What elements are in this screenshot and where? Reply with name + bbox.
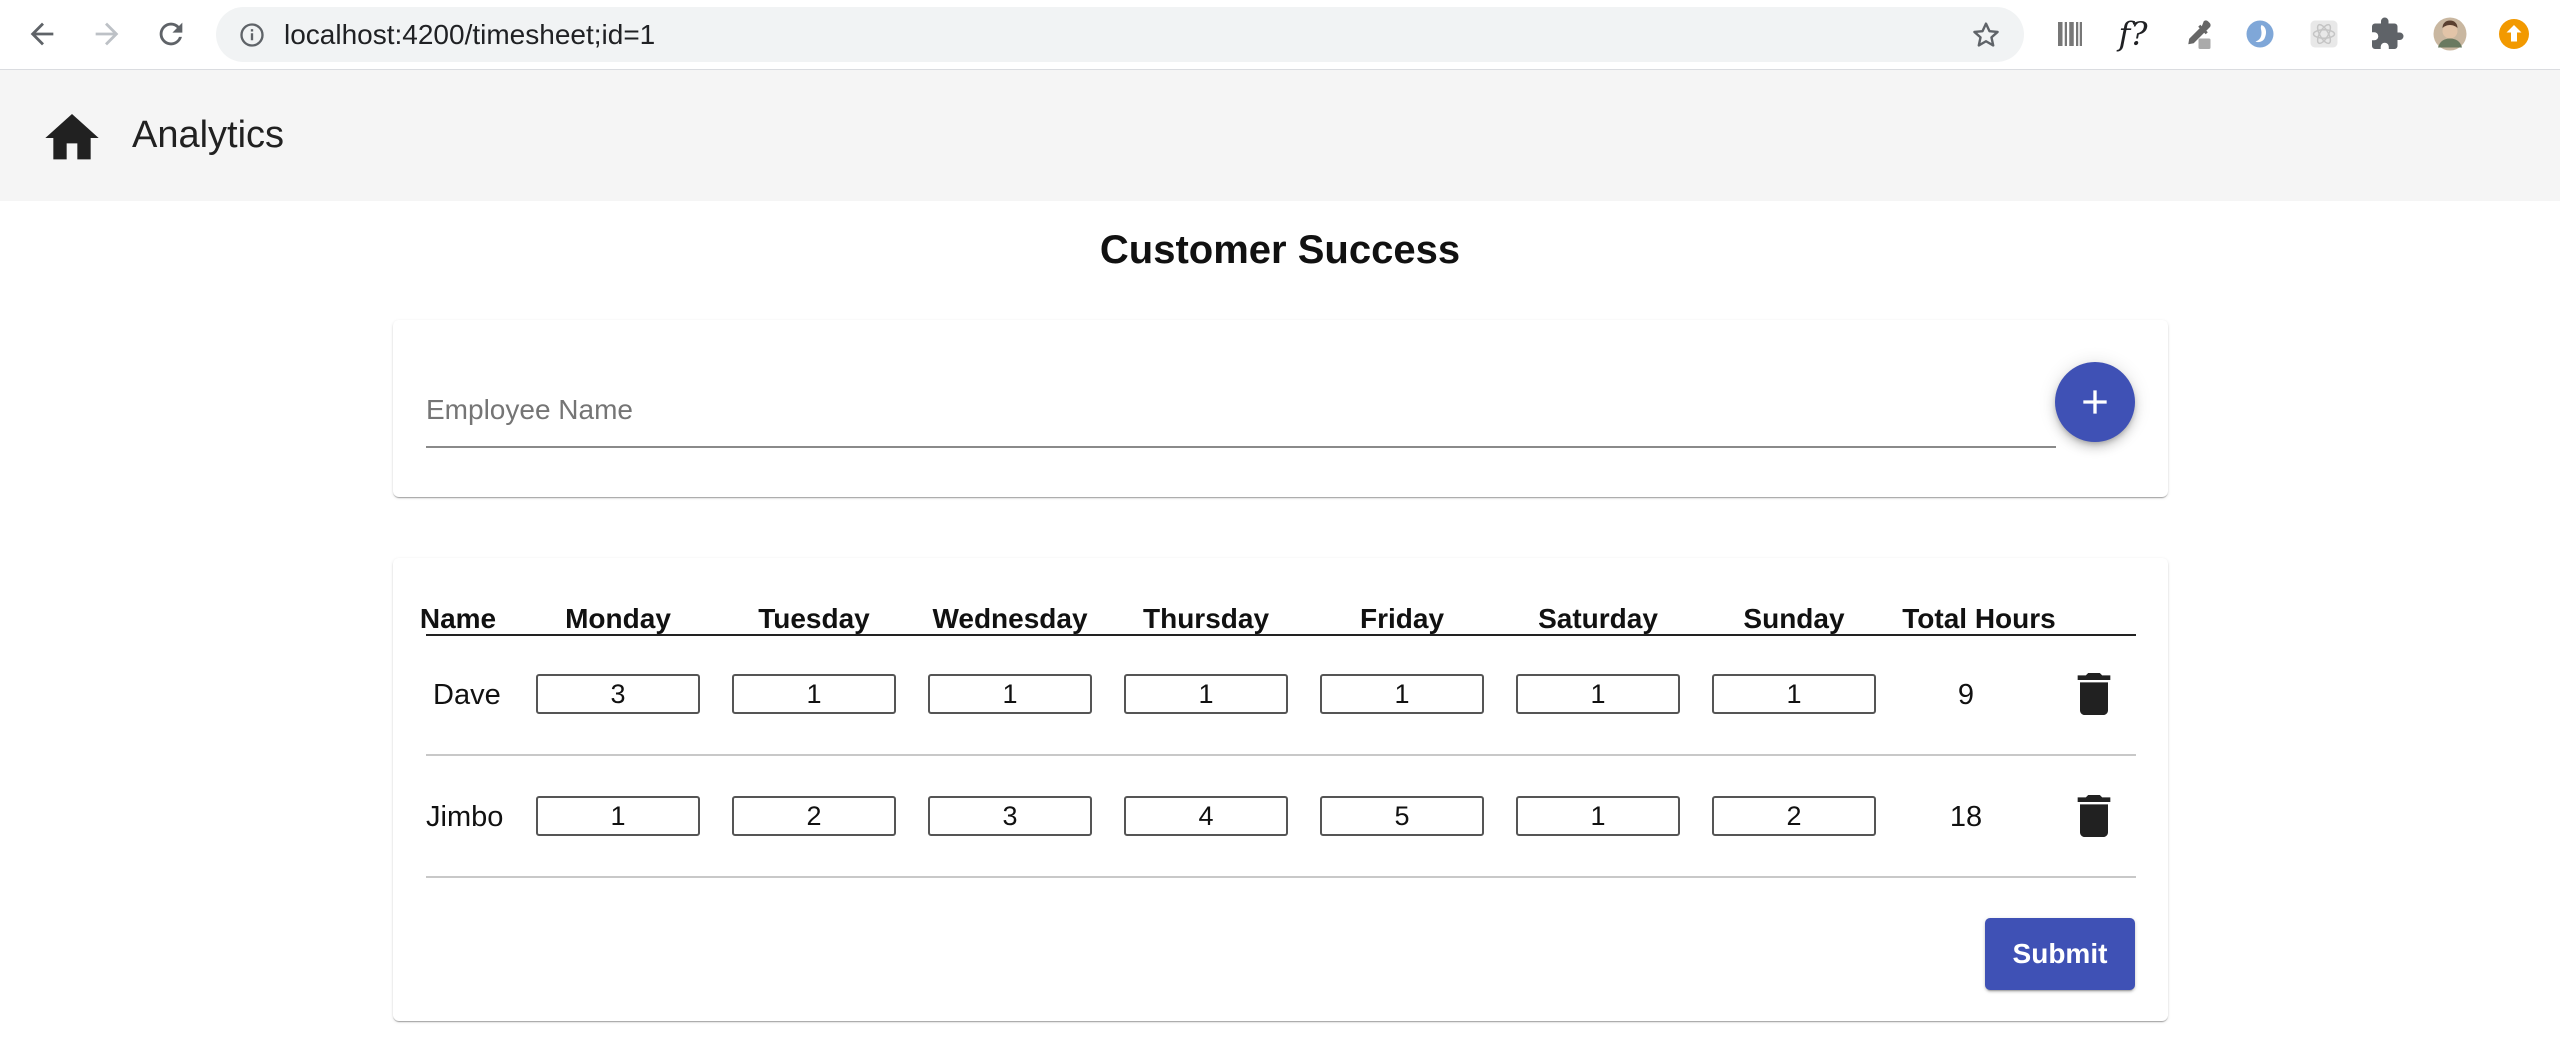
row-2-delete-button[interactable] [2070,792,2118,840]
row-divider [426,876,2136,878]
row-2-monday-input[interactable] [536,796,700,836]
row-1-delete-button[interactable] [2070,670,2118,718]
row-2-total: 18 [1949,801,1983,833]
reload-button[interactable] [151,14,191,54]
react-devtools-extension[interactable] [2304,14,2344,54]
row-2-friday-input[interactable] [1320,796,1484,836]
info-icon[interactable] [238,21,266,49]
row-2-wednesday-input[interactable] [928,796,1092,836]
plus-icon [2083,390,2107,414]
profile-button[interactable] [2430,14,2470,54]
header-name: Name [419,603,497,634]
row-1-total: 9 [1957,679,1975,711]
row-1-tuesday-input[interactable] [732,674,896,714]
header-divider [426,634,2136,636]
add-employee-button[interactable] [2055,362,2135,442]
font-finder-extension[interactable]: f? [2113,14,2153,54]
blue-extension[interactable] [2240,14,2280,54]
profile-avatar [2433,17,2467,51]
address-bar[interactable]: localhost:4200/timesheet;id=1 [216,7,2024,62]
row-2-sunday-input[interactable] [1712,796,1876,836]
eyedropper-icon [2188,20,2211,49]
row-1-saturday-input[interactable] [1516,674,1680,714]
bookmark-star-icon[interactable] [1970,19,2002,51]
barcode-icon [2058,22,2082,46]
forward-button[interactable] [87,14,127,54]
update-button[interactable] [2494,14,2534,54]
trash-icon [2077,673,2111,715]
trash-icon [2077,795,2111,837]
app-title: Analytics [132,114,285,156]
timesheet-card: Name Monday Tuesday Wednesday Thursday F… [393,558,2168,1021]
employee-name-input[interactable] [426,380,2056,440]
employee-name-field [426,380,2056,448]
update-icon [2499,19,2529,49]
submit-button[interactable]: Submit [1985,918,2135,990]
row-1-sunday-input[interactable] [1712,674,1876,714]
add-employee-card [393,320,2168,497]
row-1-name: Dave [433,679,501,711]
header-friday: Friday [1359,603,1445,634]
header-thursday: Thursday [1142,603,1270,634]
react-devtools-icon [2310,20,2338,48]
row-2-thursday-input[interactable] [1124,796,1288,836]
header-monday: Monday [565,603,671,634]
header-total-hours: Total Hours [1902,603,2056,634]
row-1-thursday-input[interactable] [1124,674,1288,714]
url-text[interactable]: localhost:4200/timesheet;id=1 [284,7,655,62]
browser-toolbar: localhost:4200/timesheet;id=1 f? [0,0,2560,70]
app-toolbar: Analytics [0,70,2560,201]
header-wednesday: Wednesday [932,603,1088,634]
home-icon[interactable] [40,106,104,170]
header-saturday: Saturday [1538,603,1658,634]
row-2-tuesday-input[interactable] [732,796,896,836]
back-button[interactable] [22,14,62,54]
extensions-puzzle-icon [2372,17,2404,49]
header-tuesday: Tuesday [758,603,870,634]
blue-extension-icon [2246,20,2274,48]
barcode-extension[interactable] [2050,14,2090,54]
row-2-name: Jimbo [426,801,504,833]
font-finder-icon: f? [2118,15,2148,53]
header-sunday: Sunday [1743,603,1845,634]
row-1-wednesday-input[interactable] [928,674,1092,714]
eyedropper-extension[interactable] [2177,14,2217,54]
row-2-saturday-input[interactable] [1516,796,1680,836]
page-title: Customer Success [1099,228,1461,272]
row-1-monday-input[interactable] [536,674,700,714]
arrow-right-icon [95,22,119,46]
reload-icon [159,22,183,46]
extensions-button[interactable] [2367,14,2407,54]
row-1-friday-input[interactable] [1320,674,1484,714]
arrow-left-icon [30,22,54,46]
row-divider [426,754,2136,756]
